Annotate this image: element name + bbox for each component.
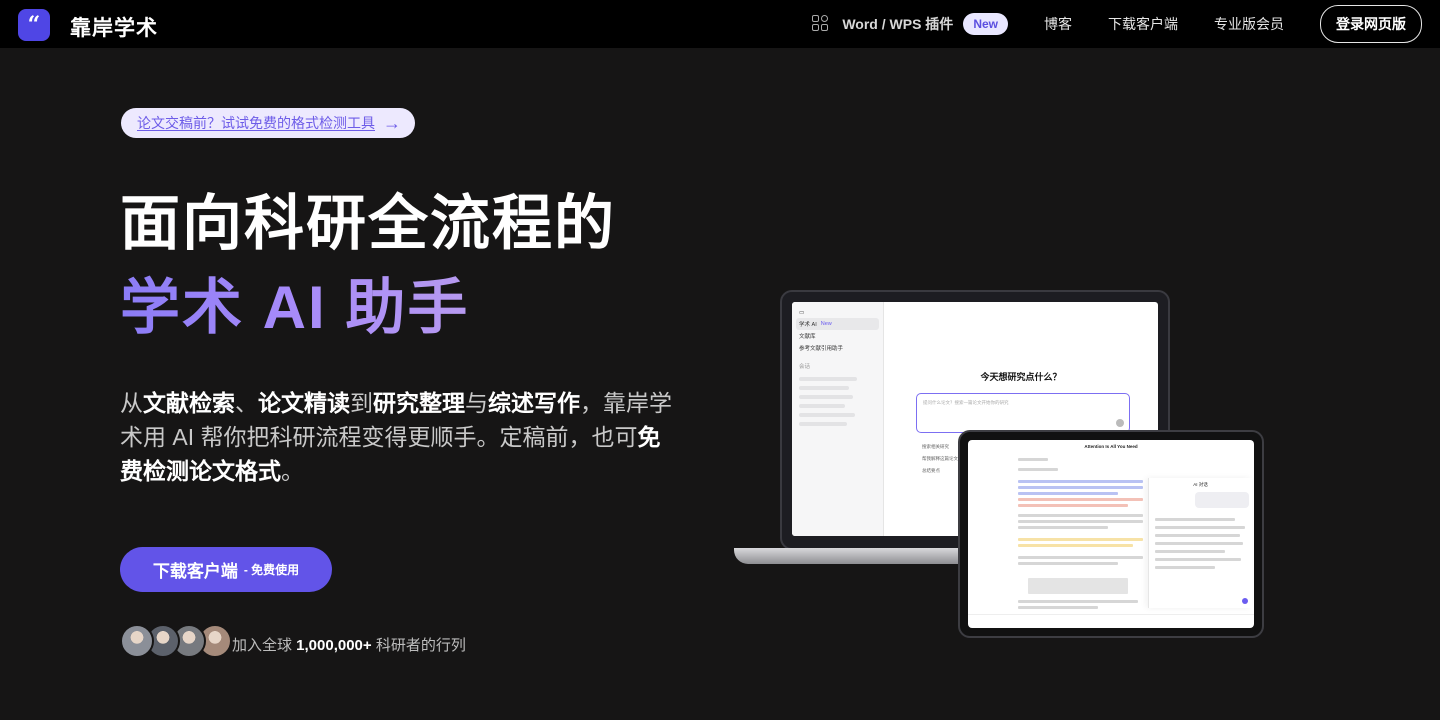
plugin-link[interactable]: Word / WPS 插件: [842, 14, 953, 34]
tablet-doc-title: Attention Is All You Need: [1084, 444, 1138, 449]
app-input-placeholder: 提问什么论文？搜索一篇论文开始你的研究: [923, 400, 1009, 405]
sidebar-new-badge: New: [820, 321, 832, 327]
nav-link-blog[interactable]: 博客: [1044, 14, 1072, 34]
avatar: [120, 624, 154, 658]
desc-text: 到: [350, 390, 373, 416]
nav-link-download[interactable]: 下载客户端: [1108, 14, 1178, 34]
avatar-group: [120, 624, 232, 658]
app-main-title: 今天想研究点什么？: [980, 372, 1062, 382]
cta-sub-label: - 免费使用: [243, 563, 300, 577]
nav-right: Word / WPS 插件 New 博客 下载客户端 专业版会员 登录网页版: [812, 5, 1422, 43]
sidebar-item-library: 文献库: [799, 334, 816, 340]
join-count: 1,000,000+: [296, 637, 372, 654]
promo-text: 论文交稿前？试试免费的格式检测工具: [137, 115, 375, 131]
cta-main-label: 下载客户端: [152, 562, 238, 581]
desc-highlight: 综述写作: [488, 390, 580, 416]
desc-highlight: 研究整理: [373, 390, 465, 416]
top-nav: “ 靠岸学术 Word / WPS 插件 New 博客 下载客户端 专业版会员 …: [0, 0, 1440, 48]
brand-name[interactable]: 靠岸学术: [70, 12, 158, 42]
plugin-icon: [812, 15, 830, 33]
format-check-promo-link[interactable]: 论文交稿前？试试免费的格式检测工具 →: [121, 108, 415, 138]
tablet-mockup: Attention Is All You Need AI 对话: [958, 430, 1264, 638]
app-hint: 总结要点: [922, 468, 940, 473]
sidebar-label: 学术 AI: [799, 322, 817, 328]
sidebar-item-citation: 参考文献引用助手: [799, 346, 844, 352]
arrow-right-icon: →: [383, 113, 401, 133]
desc-text: 与: [465, 390, 488, 416]
new-badge: New: [963, 13, 1008, 35]
desc-text: 。: [281, 458, 304, 484]
hero-description: 从文献检索、论文精读到研究整理与综述写作，靠岸学术用 AI 帮你把科研流程变得更…: [120, 386, 680, 488]
sidebar-item-chats: 会话: [799, 364, 811, 370]
sidebar-item-ai: 学术 AI New: [796, 318, 879, 330]
download-client-button[interactable]: 下载客户端 - 免费使用: [120, 547, 332, 592]
ai-chat-title: AI 对话: [1193, 482, 1208, 487]
desc-text: 、: [235, 390, 258, 416]
app-sidebar: ▭ 学术 AI New 文献库 参考文献引用助手 会话: [792, 302, 884, 536]
app-question-input: 提问什么论文？搜索一篇论文开始你的研究: [916, 393, 1130, 433]
hero-title-line1: 面向科研全流程的: [120, 190, 616, 257]
nav-link-pro[interactable]: 专业版会员: [1214, 14, 1284, 34]
hero-title-line2: 学术 AI 助手: [120, 272, 469, 344]
sidebar-toggle-icon: ▭: [799, 310, 805, 316]
send-icon: [1242, 598, 1248, 604]
quote-icon[interactable]: “: [18, 9, 50, 41]
send-icon: [1116, 419, 1124, 427]
desc-text: 从: [120, 390, 143, 416]
login-button[interactable]: 登录网页版: [1320, 5, 1422, 43]
app-hint: 搜索相关研究: [922, 444, 949, 449]
desc-highlight: 文献检索: [143, 390, 235, 416]
join-text: 加入全球 1,000,000+ 科研者的行列: [232, 634, 466, 655]
app-hint: 帮我解释这篇论文: [922, 456, 958, 461]
tablet-screen: Attention Is All You Need AI 对话: [968, 440, 1254, 628]
join-prefix: 加入全球: [232, 637, 297, 654]
ai-chat-panel: AI 对话: [1148, 478, 1252, 608]
desc-highlight: 论文精读: [258, 390, 350, 416]
tablet-toolbar: [968, 614, 1254, 628]
join-suffix: 科研者的行列: [371, 637, 466, 654]
